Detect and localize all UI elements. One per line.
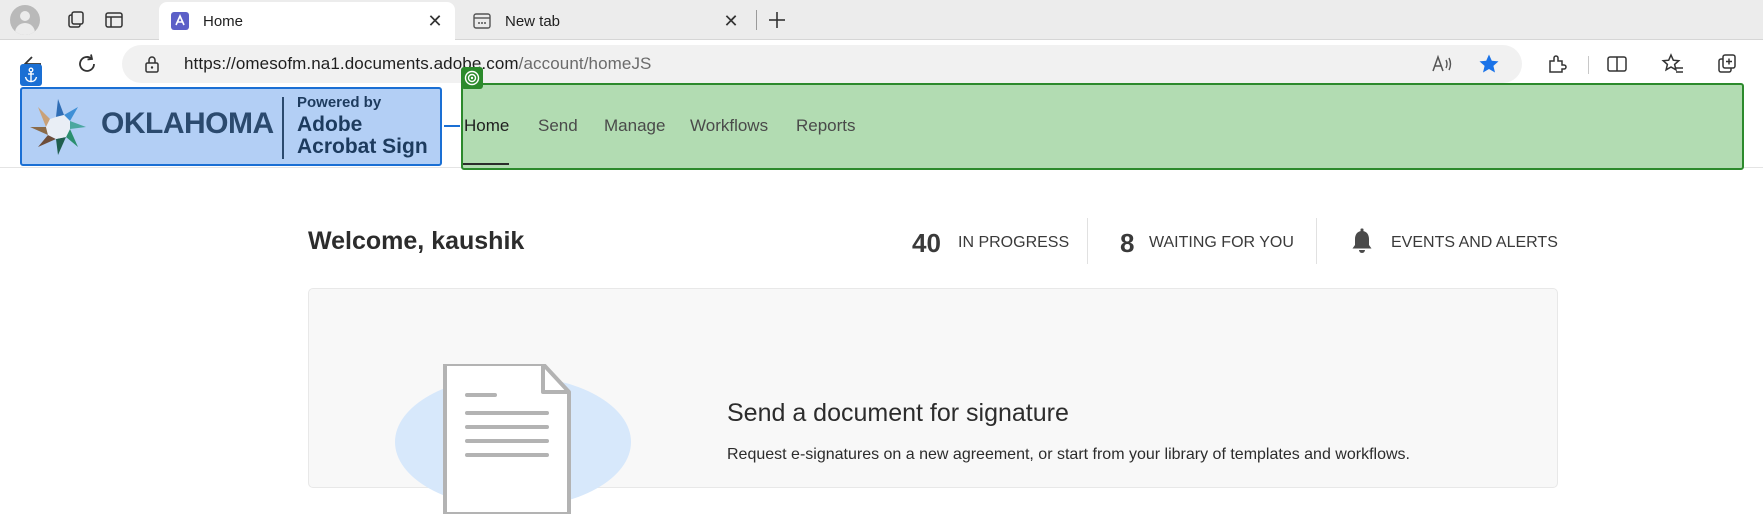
favorite-star-icon[interactable]	[1477, 53, 1501, 75]
tab-new-tab[interactable]: New tab ✕	[461, 2, 751, 40]
anchor-icon	[20, 64, 42, 86]
tab-title: New tab	[505, 12, 561, 30]
split-screen-icon[interactable]	[1602, 49, 1632, 79]
nav-reports[interactable]: Reports	[796, 116, 856, 136]
nav-home[interactable]: Home	[464, 116, 509, 136]
extensions-icon[interactable]	[1542, 49, 1572, 79]
active-nav-indicator	[463, 163, 509, 165]
profile-avatar[interactable]	[10, 5, 40, 35]
nav-manage[interactable]: Manage	[604, 116, 665, 136]
in-progress-label[interactable]: IN PROGRESS	[958, 234, 1069, 252]
stat-divider	[1316, 218, 1317, 264]
favorites-icon[interactable]	[1658, 49, 1688, 79]
welcome-greeting: Welcome, kaushik	[308, 227, 525, 255]
logo-powered-by: Powered by	[297, 94, 382, 111]
in-progress-count[interactable]: 40	[912, 228, 941, 259]
sidebar-icon[interactable]	[100, 6, 128, 34]
target-icon	[461, 67, 483, 89]
tab-home[interactable]: Home ✕	[159, 2, 455, 40]
collections-add-icon[interactable]	[1713, 49, 1743, 79]
lock-icon[interactable]	[142, 54, 162, 74]
logo-brand-line1: Adobe	[297, 113, 363, 136]
address-bar[interactable]: https://omesofm.na1.documents.adobe.com/…	[122, 45, 1522, 83]
stat-divider	[1087, 218, 1088, 264]
tab-title: Home	[203, 12, 244, 30]
logo-brand-line2: Acrobat Sign	[297, 135, 428, 158]
nav-send[interactable]: Send	[538, 116, 578, 136]
nav-workflows[interactable]: Workflows	[690, 116, 768, 136]
app-header: OKLAHOMA Powered by Adobe Acrobat Sign H…	[0, 64, 1763, 170]
browser-toolbar: https://omesofm.na1.documents.adobe.com/…	[0, 40, 1763, 86]
refresh-icon[interactable]	[72, 49, 102, 79]
read-aloud-icon[interactable]	[1430, 53, 1454, 75]
browser-tab-strip: Home ✕ New tab ✕	[0, 0, 1763, 40]
logo-divider	[282, 97, 284, 159]
collections-icon[interactable]	[62, 6, 90, 34]
close-tab-icon[interactable]: ✕	[719, 9, 743, 33]
logo-state-name: OKLAHOMA	[101, 107, 274, 140]
url-text: https://omesofm.na1.documents.adobe.com/…	[184, 54, 652, 74]
bell-icon[interactable]	[1350, 228, 1374, 256]
overlay-connector	[444, 125, 460, 127]
tab-divider	[756, 10, 757, 30]
new-tab-favicon-icon	[473, 12, 491, 30]
oklahoma-logo[interactable]: OKLAHOMA Powered by Adobe Acrobat Sign	[20, 87, 442, 166]
waiting-count[interactable]: 8	[1120, 228, 1134, 259]
oklahoma-star-icon	[30, 99, 86, 155]
url-path: /account/homeJS	[518, 54, 652, 73]
new-tab-button[interactable]	[763, 6, 791, 34]
send-document-card[interactable]: Send a document for signature Request e-…	[308, 288, 1558, 514]
toolbar-divider	[1588, 56, 1589, 74]
events-alerts-label[interactable]: EVENTS AND ALERTS	[1391, 234, 1558, 252]
acrobat-favicon-icon	[171, 12, 189, 30]
card-description: Request e-signatures on a new agreement,…	[727, 446, 1410, 463]
waiting-label[interactable]: WAITING FOR YOU	[1149, 234, 1294, 252]
document-illustration-icon	[395, 364, 631, 514]
close-tab-icon[interactable]: ✕	[423, 9, 447, 33]
card-title: Send a document for signature	[727, 399, 1069, 427]
